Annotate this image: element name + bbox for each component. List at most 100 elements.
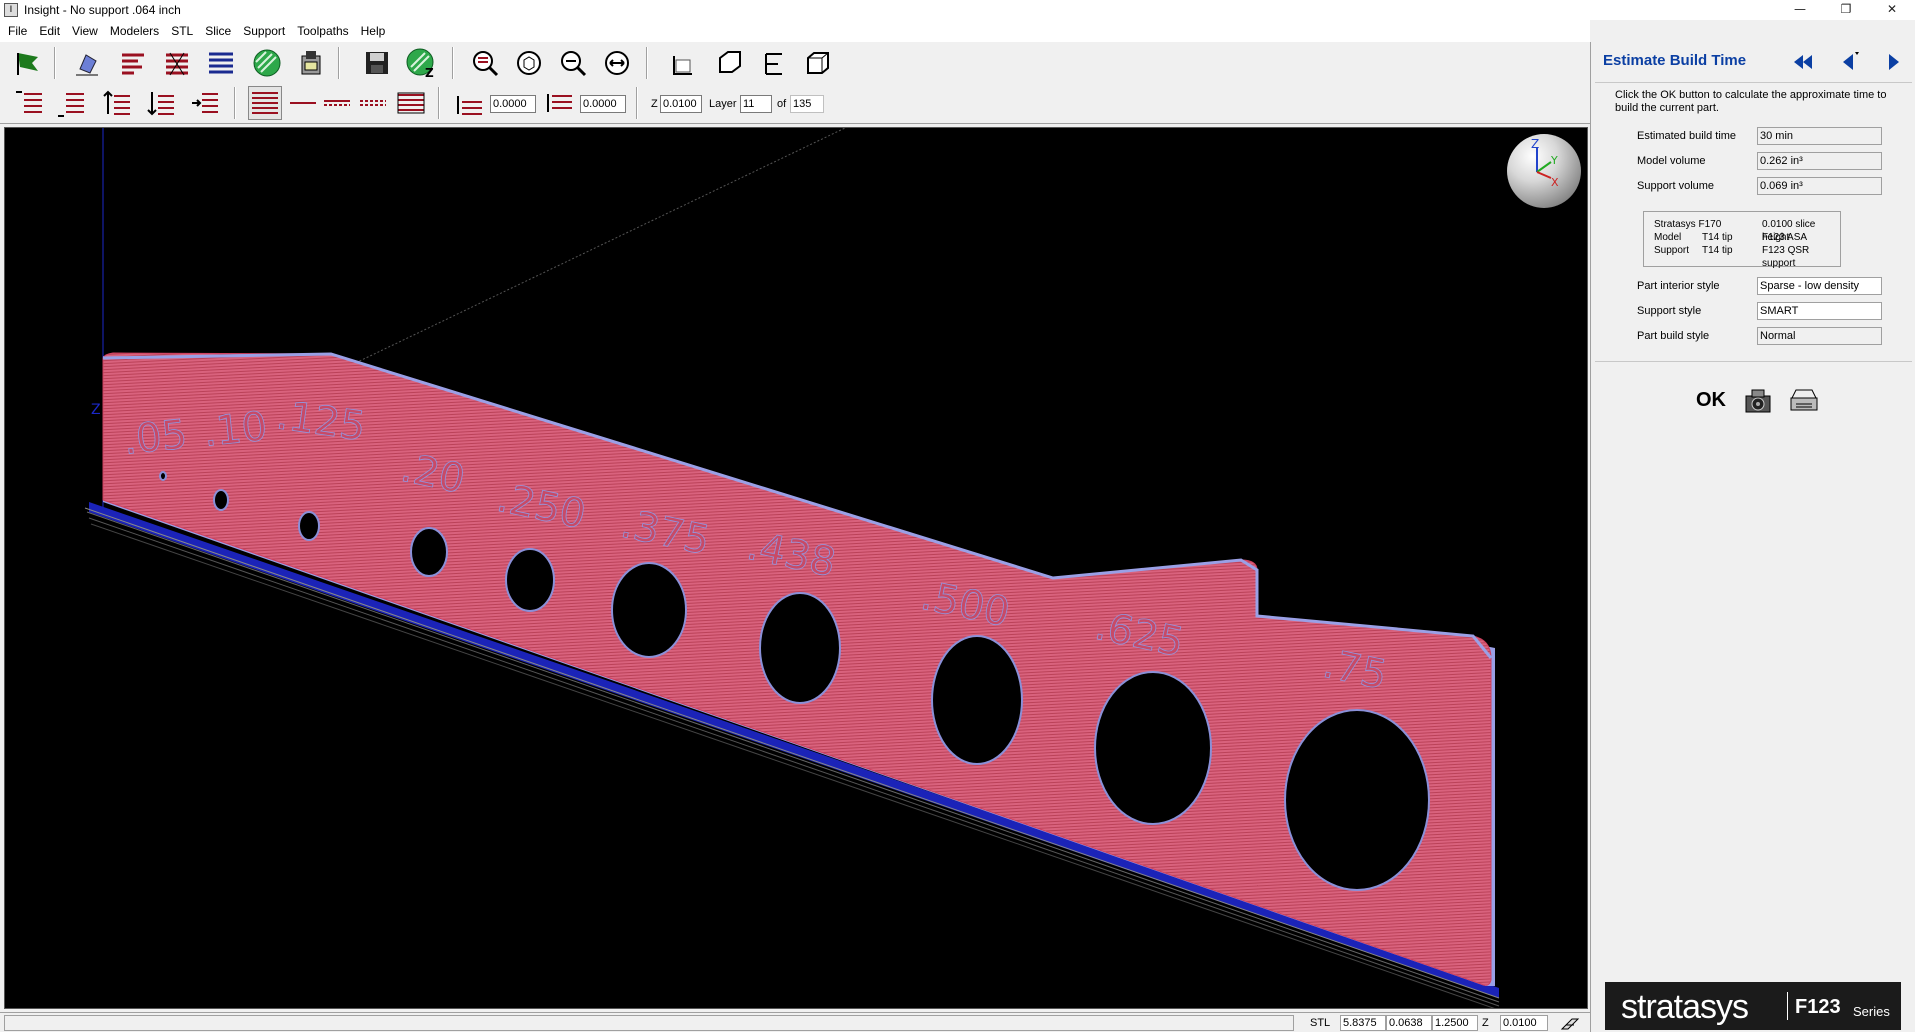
offset-up-field[interactable]: 0.0000 xyxy=(490,95,536,113)
zoom-pan-icon[interactable] xyxy=(600,46,634,80)
view-side-icon[interactable] xyxy=(756,46,790,80)
main-toolbar: Z xyxy=(0,42,1590,84)
part-interior-label: Part interior style xyxy=(1637,280,1720,292)
model-volume-value: 0.262 in³ xyxy=(1757,152,1882,170)
support-style-select[interactable]: SMART xyxy=(1757,302,1882,320)
stl-dim-z: 1.2500 xyxy=(1432,1015,1478,1031)
hole-label: .05 xyxy=(121,412,189,464)
machine-model-label: Model xyxy=(1654,232,1682,243)
toolbar-separator xyxy=(452,47,454,79)
support-style-label: Support style xyxy=(1637,305,1702,317)
panel-back-all-icon[interactable] xyxy=(1789,48,1817,76)
support-volume-label: Support volume xyxy=(1637,180,1715,192)
zoom-cube-icon[interactable] xyxy=(512,46,546,80)
save-icon[interactable] xyxy=(360,46,394,80)
menu-slice[interactable]: Slice xyxy=(199,20,237,42)
ok-button[interactable]: OK xyxy=(1693,386,1729,414)
offset-down-icon[interactable] xyxy=(542,86,576,120)
gizmo-z-label: Z xyxy=(1531,137,1539,151)
status-z-value: 0.0100 xyxy=(1500,1015,1548,1031)
zoom-out-icon[interactable] xyxy=(556,46,590,80)
build-platform-icon[interactable] xyxy=(1560,1015,1580,1031)
build-icon[interactable] xyxy=(250,46,284,80)
menu-support[interactable]: Support xyxy=(237,20,291,42)
status-message xyxy=(4,1015,1294,1031)
slice-curves-icon[interactable] xyxy=(116,46,150,80)
modeler-status-icon[interactable] xyxy=(294,46,328,80)
menu-help[interactable]: Help xyxy=(355,20,392,42)
layer-down-icon[interactable] xyxy=(144,86,178,120)
delete-curve-icon[interactable] xyxy=(54,86,88,120)
logo-divider xyxy=(1787,992,1788,1020)
panel-forward-icon[interactable] xyxy=(1879,48,1907,76)
machine-support-label: Support xyxy=(1654,245,1690,256)
hole-438 xyxy=(759,592,841,704)
window-controls: — ❐ ✕ xyxy=(1777,0,1915,20)
svg-text:Z: Z xyxy=(425,66,434,79)
stratasys-flag-icon[interactable] xyxy=(10,46,44,80)
machine-model-material: F123 ASA xyxy=(1762,232,1808,243)
show-stack-icon[interactable] xyxy=(394,86,428,120)
menu-stl[interactable]: STL xyxy=(165,20,199,42)
z-axis-label: Z xyxy=(91,402,101,418)
hole-500 xyxy=(931,635,1023,765)
layer-field[interactable]: 11 xyxy=(740,95,772,113)
estimated-time-value: 30 min xyxy=(1757,127,1882,145)
printer-icon[interactable] xyxy=(1787,386,1821,416)
part-build-style-label: Part build style xyxy=(1637,330,1710,342)
menu-toolpaths[interactable]: Toolpaths xyxy=(291,20,354,42)
camera-icon[interactable] xyxy=(1741,386,1775,416)
panel-back-icon[interactable] xyxy=(1835,48,1863,76)
app-icon: I xyxy=(4,3,18,17)
view-top-icon[interactable] xyxy=(712,46,746,80)
menu-modelers[interactable]: Modelers xyxy=(104,20,165,42)
grid-line xyxy=(344,128,846,369)
panel-actions: OK xyxy=(1591,380,1915,420)
hole-625 xyxy=(1094,671,1212,825)
restore-button[interactable]: ❐ xyxy=(1823,0,1869,20)
show-layer-range-icon[interactable] xyxy=(320,86,354,120)
zoom-in-icon[interactable] xyxy=(468,46,502,80)
orientation-gizmo[interactable]: Z Y X xyxy=(1507,134,1581,208)
minimize-button[interactable]: — xyxy=(1777,0,1823,20)
view-iso-icon[interactable] xyxy=(800,46,834,80)
status-bar: STL 5.8375 0.0638 1.2500 Z 0.0100 xyxy=(0,1012,1590,1032)
menu-view[interactable]: View xyxy=(66,20,104,42)
hole-20 xyxy=(410,527,448,577)
layer-label: Layer xyxy=(709,98,737,110)
machine-support-tip: T14 tip xyxy=(1702,245,1733,256)
z-height-field[interactable]: 0.0100 xyxy=(660,95,702,113)
model-volume-label: Model volume xyxy=(1637,155,1706,167)
menu-bar: File Edit View Modelers STL Slice Suppor… xyxy=(0,20,1590,42)
offset-up-icon[interactable] xyxy=(452,86,486,120)
build-z-icon[interactable]: Z xyxy=(404,46,438,80)
gizmo-x-label: X xyxy=(1551,176,1559,189)
toolbar-separator xyxy=(646,47,648,79)
estimated-time-label: Estimated build time xyxy=(1637,130,1737,142)
stl-dim-x: 5.8375 xyxy=(1340,1015,1386,1031)
orient-stl-icon[interactable] xyxy=(70,46,104,80)
close-button[interactable]: ✕ xyxy=(1869,0,1915,20)
menu-edit[interactable]: Edit xyxy=(33,20,66,42)
move-to-layer-icon[interactable] xyxy=(188,86,222,120)
machine-info: Stratasys F170 0.0100 slice height Model… xyxy=(1643,211,1841,269)
show-one-layer-icon[interactable] xyxy=(286,86,320,120)
part-interior-select[interactable]: Sparse - low density xyxy=(1757,277,1882,295)
menu-file[interactable]: File xyxy=(2,20,33,42)
show-dashed-layers-icon[interactable] xyxy=(356,86,390,120)
part-build-style-value: Normal xyxy=(1757,327,1882,345)
insert-curve-icon[interactable] xyxy=(12,86,46,120)
support-curves-icon[interactable] xyxy=(160,46,194,80)
show-all-layers-icon[interactable] xyxy=(248,86,282,120)
machine-model-tip: T14 tip xyxy=(1702,232,1733,243)
layer-up-icon[interactable] xyxy=(100,86,134,120)
toolbar-separator xyxy=(636,87,638,119)
toolpaths-icon[interactable] xyxy=(204,46,238,80)
stl-dim-y: 0.0638 xyxy=(1386,1015,1432,1031)
offset-down-field[interactable]: 0.0000 xyxy=(580,95,626,113)
logo-model: F123 xyxy=(1795,996,1841,1018)
logo-brand: stratasys xyxy=(1621,988,1749,1026)
view-front-icon[interactable] xyxy=(666,46,700,80)
3d-viewport[interactable]: Z .05 .10 .125 .20 .250 .375 .438 .500 .… xyxy=(4,127,1588,1009)
panel-title: Estimate Build Time xyxy=(1603,52,1747,69)
